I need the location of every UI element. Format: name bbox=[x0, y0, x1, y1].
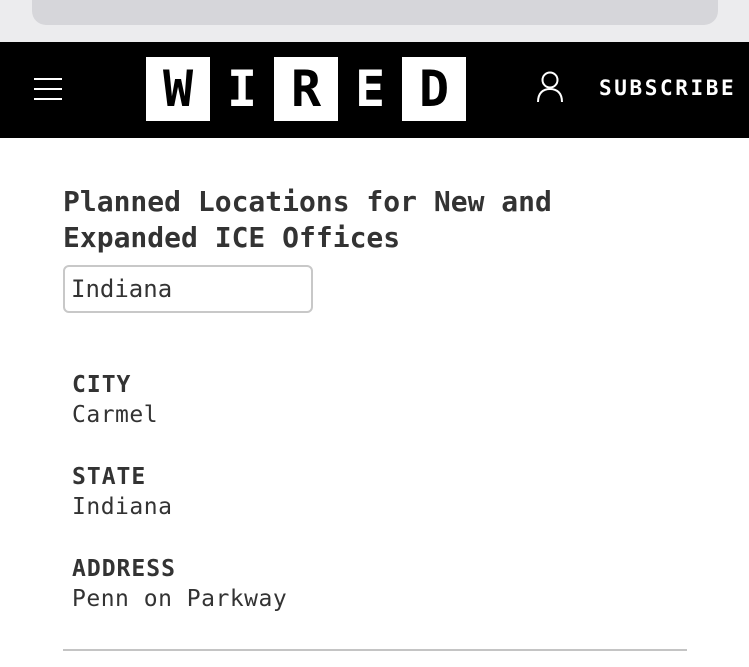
logo-letter: I bbox=[210, 57, 274, 121]
browser-chrome bbox=[0, 0, 749, 42]
city-value: Carmel bbox=[72, 402, 159, 428]
state-filter-input[interactable] bbox=[63, 265, 313, 313]
logo-letter: W bbox=[146, 57, 210, 121]
user-account-icon[interactable] bbox=[534, 70, 566, 104]
address-value: Penn on Parkway bbox=[72, 586, 288, 612]
browser-address-bar[interactable] bbox=[32, 0, 718, 25]
city-label: CITY bbox=[72, 372, 132, 398]
table-title: Planned Locations for New and Expanded I… bbox=[63, 185, 552, 254]
state-label: STATE bbox=[72, 464, 147, 490]
wired-logo[interactable]: W I R E D bbox=[146, 57, 466, 121]
logo-letter: R bbox=[274, 57, 338, 121]
subscribe-button[interactable]: SUBSCRIBE bbox=[599, 78, 736, 99]
logo-letter: D bbox=[402, 57, 466, 121]
address-label: ADDRESS bbox=[72, 556, 176, 582]
hamburger-menu-icon[interactable] bbox=[30, 74, 66, 104]
row-divider bbox=[63, 649, 687, 651]
state-value: Indiana bbox=[72, 494, 173, 520]
logo-letter: E bbox=[338, 57, 402, 121]
site-header: W I R E D SUBSCRIBE bbox=[0, 42, 749, 138]
main-content: Planned Locations for New and Expanded I… bbox=[0, 138, 749, 667]
